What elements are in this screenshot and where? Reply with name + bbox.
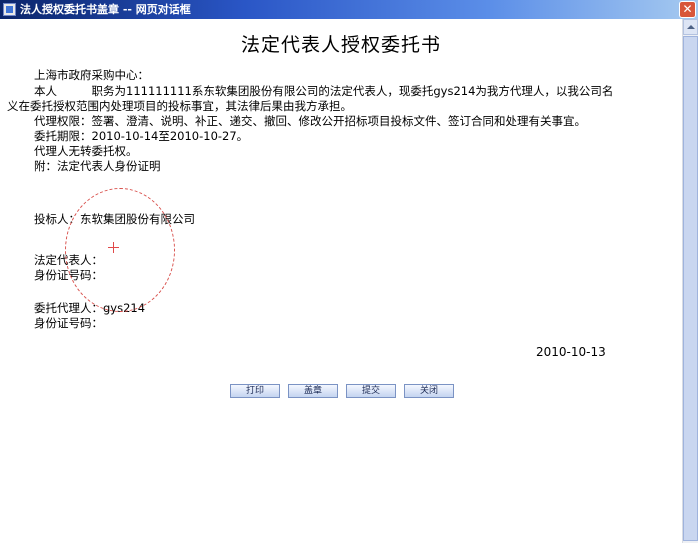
submit-button[interactable]: 提交	[346, 384, 396, 398]
window-icon	[3, 3, 16, 16]
no-subdelegation-line: 代理人无转委托权。	[34, 144, 138, 158]
vertical-scrollbar[interactable]	[682, 19, 698, 543]
window-titlebar: 法人授权委托书盖章 -- 网页对话框 ✕	[0, 0, 698, 19]
legal-rep-id-label: 身份证号码：	[34, 268, 103, 282]
window-title: 法人授权委托书盖章 -- 网页对话框	[20, 3, 191, 16]
document-heading: 法定代表人授权委托书	[240, 34, 441, 56]
statement-line-2: 义在委托授权范围内处理项目的投标事宜，其法律后果由我方承担。	[7, 99, 352, 113]
legal-rep-label: 法定代表人：	[34, 253, 103, 267]
authority-line: 代理权限：签署、澄清、说明、补正、递交、撤回、修改公开招标项目投标文件、签订合同…	[34, 114, 586, 128]
stamp-button[interactable]: 盖章	[288, 384, 338, 398]
scroll-thumb[interactable]	[683, 36, 698, 541]
crosshair-icon	[108, 242, 119, 253]
statement-line-1: 本人 职务为111111111系东软集团股份有限公司的法定代表人，现委托gys2…	[34, 84, 614, 98]
document-date: 2010-10-13	[536, 345, 606, 359]
scroll-up-arrow-icon[interactable]	[683, 19, 698, 35]
close-window-button[interactable]: ✕	[679, 1, 696, 18]
print-button[interactable]: 打印	[230, 384, 280, 398]
agent-line: 委托代理人：gys214	[34, 301, 146, 315]
recipient-line: 上海市政府采购中心：	[34, 68, 149, 82]
close-button[interactable]: 关闭	[404, 384, 454, 398]
attachment-line: 附：法定代表人身份证明	[34, 159, 161, 173]
period-line: 委托期限：2010-10-14至2010-10-27。	[34, 129, 249, 143]
seal-placement-circle[interactable]	[65, 188, 175, 312]
agent-id-label: 身份证号码：	[34, 316, 103, 330]
bidder-line: 投标人：东软集团股份有限公司	[34, 212, 195, 226]
